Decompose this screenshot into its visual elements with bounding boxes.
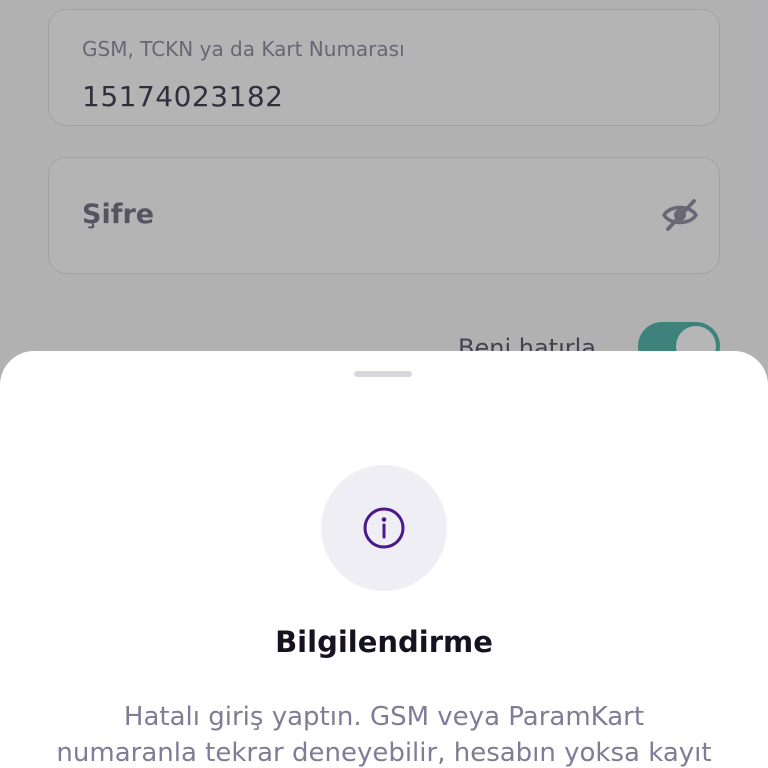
sheet-message: Hatalı giriş yaptın. GSM veya ParamKart … xyxy=(0,699,768,768)
sheet-message-line: numaranla tekrar deneyebilir, hesabın yo… xyxy=(56,738,712,768)
sheet-drag-handle[interactable] xyxy=(354,371,412,377)
info-icon xyxy=(363,507,405,549)
info-bottom-sheet: Bilgilendirme Hatalı giriş yaptın. GSM v… xyxy=(0,351,768,768)
sheet-title: Bilgilendirme xyxy=(275,625,493,659)
sheet-message-line: Hatalı giriş yaptın. GSM veya ParamKart xyxy=(123,702,645,732)
info-icon-badge xyxy=(321,465,447,591)
